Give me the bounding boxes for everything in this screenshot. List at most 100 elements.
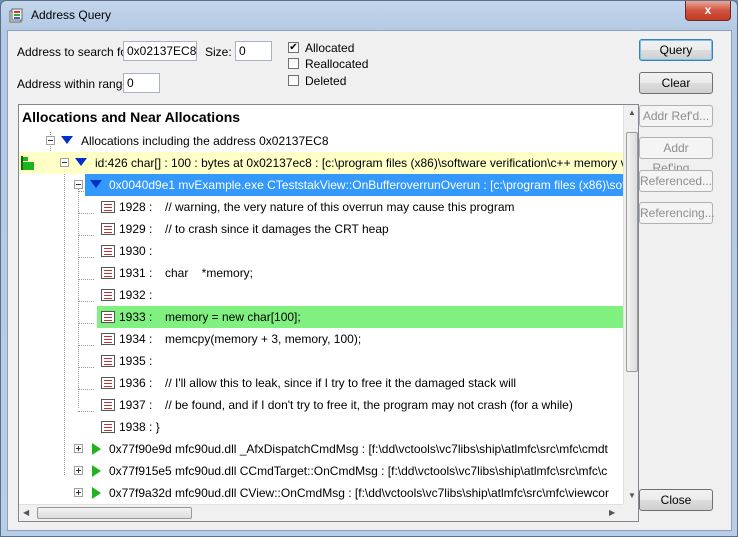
green-right-triangle-icon <box>92 465 101 477</box>
vertical-scrollbar[interactable]: ▲ ▼ <box>623 105 638 504</box>
addr-refd-button[interactable]: Addr Ref'd... <box>639 105 713 127</box>
source-line-icon <box>101 223 115 235</box>
stack-frame-node[interactable]: 0x77f9a32d mfc90ud.dll CView::OnCmdMsg :… <box>19 482 623 504</box>
expand-icon[interactable] <box>74 444 83 453</box>
address-label: Address to search for: <box>17 45 135 59</box>
blue-down-triangle-icon <box>90 180 102 188</box>
source-line-icon <box>101 311 115 323</box>
referenced-button[interactable]: Referenced... <box>639 170 713 192</box>
stack-frame-node[interactable]: 0x77f915e5 mfc90ud.dll CCmdTarget::OnCmd… <box>19 460 623 482</box>
source-line-icon <box>101 245 115 257</box>
deleted-checkbox[interactable] <box>288 75 299 86</box>
line-code: memory = new char[100]; <box>165 310 301 324</box>
frame-node-label: 0x77f915e5 mfc90ud.dll CCmdTarget::OnCmd… <box>109 464 608 478</box>
expand-icon[interactable] <box>74 466 83 475</box>
allocation-node[interactable]: id:426 char[] : 100 : bytes at 0x02137ec… <box>19 152 633 174</box>
line-number: 1936 : <box>119 376 153 390</box>
line-code: // I'll allow this to leak, since if I t… <box>165 376 517 390</box>
source-line-icon <box>101 333 115 345</box>
stack-frame-node[interactable]: 0x77f90e9d mfc90ud.dll _AfxDispatchCmdMs… <box>19 438 623 460</box>
frame-node-label: 0x77f90e9d mfc90ud.dll _AfxDispatchCmdMs… <box>109 442 608 456</box>
line-code: char *memory; <box>165 266 254 280</box>
title-bar[interactable]: Address Query x <box>1 1 737 30</box>
window-close-button[interactable]: x <box>685 1 731 21</box>
blue-down-triangle-icon <box>75 158 87 166</box>
line-number: 1931 : <box>119 266 153 280</box>
close-button[interactable]: Close <box>639 489 713 511</box>
expand-icon[interactable] <box>74 488 83 497</box>
source-line-row[interactable]: 1935 : <box>19 350 623 372</box>
window-title: Address Query <box>31 8 112 22</box>
reallocated-label: Reallocated <box>305 57 369 71</box>
size-input[interactable]: 0 <box>235 41 272 61</box>
source-line-row[interactable]: 1928 : // warning, the very nature of th… <box>19 196 623 218</box>
source-line-row[interactable]: 1931 : char *memory; <box>19 262 623 284</box>
tree-header: Allocations and Near Allocations <box>22 109 241 125</box>
frame-node-label: 0x0040d9e1 mvExample.exe CTeststakView::… <box>109 178 638 192</box>
green-right-triangle-icon <box>92 487 101 499</box>
line-code: memcpy(memory + 3, memory, 100); <box>165 332 362 346</box>
root-node-label: Allocations including the address 0x0213… <box>81 134 329 148</box>
query-button[interactable]: Query <box>639 39 713 61</box>
addr-refing-button[interactable]: Addr Ref'ing... <box>639 137 713 175</box>
source-line-row-highlighted[interactable]: 1933 : memory = new char[100]; <box>19 306 623 328</box>
horizontal-scroll-thumb[interactable] <box>37 507 192 519</box>
line-number: 1938 : } <box>119 420 160 434</box>
collapse-icon[interactable] <box>46 136 55 145</box>
horizontal-scrollbar[interactable]: ◀ ▶ <box>19 504 623 521</box>
address-query-app-icon <box>9 8 23 23</box>
source-line-icon <box>101 399 115 411</box>
collapse-icon[interactable] <box>60 158 69 167</box>
allocation-node-label: id:426 char[] : 100 : bytes at 0x02137ec… <box>95 156 634 170</box>
source-line-icon <box>101 267 115 279</box>
line-code: // be found, and if I don't try to free … <box>165 398 573 412</box>
address-input[interactable]: 0x02137EC8 <box>123 41 197 61</box>
blue-down-triangle-icon <box>61 136 73 144</box>
tree-root-node[interactable]: Allocations including the address 0x0213… <box>19 130 623 152</box>
line-number: 1937 : <box>119 398 153 412</box>
allocated-label: Allocated <box>305 41 355 55</box>
scrollbar-corner <box>623 504 638 521</box>
deleted-label: Deleted <box>305 74 347 88</box>
range-input[interactable]: 0 <box>123 73 160 93</box>
line-number: 1930 : <box>119 244 153 258</box>
scroll-up-icon[interactable]: ▲ <box>628 108 636 117</box>
source-line-row[interactable]: 1932 : <box>19 284 623 306</box>
allocated-checkbox[interactable]: ✔ <box>288 42 299 53</box>
clear-button[interactable]: Clear <box>639 72 713 94</box>
source-line-row[interactable]: 1929 : // to crash since it damages the … <box>19 218 623 240</box>
allocations-tree[interactable]: Allocations and Near Allocations Allocat… <box>18 104 639 522</box>
line-number: 1928 : <box>119 200 153 214</box>
vertical-scroll-thumb[interactable] <box>626 132 638 372</box>
line-number: 1929 : <box>119 222 153 236</box>
line-number: 1933 : <box>119 310 153 324</box>
size-label: Size: <box>205 45 232 59</box>
source-line-row[interactable]: 1930 : <box>19 240 623 262</box>
source-line-icon <box>101 421 115 433</box>
reallocated-checkbox[interactable] <box>288 58 299 69</box>
line-code: // warning, the very nature of this over… <box>165 200 515 214</box>
line-number: 1932 : <box>119 288 153 302</box>
line-number: 1934 : <box>119 332 153 346</box>
source-line-row[interactable]: 1937 : // be found, and if I don't try t… <box>19 394 623 416</box>
dialog-client-area: Address to search for: 0x02137EC8 Size: … <box>7 30 732 531</box>
referencing-button[interactable]: Referencing... <box>639 202 715 224</box>
source-line-row[interactable]: 1938 : } <box>19 416 623 438</box>
source-line-row[interactable]: 1934 : memcpy(memory + 3, memory, 100); <box>19 328 623 350</box>
source-line-icon <box>101 289 115 301</box>
stack-frame-node-selected[interactable]: 0x0040d9e1 mvExample.exe CTeststakView::… <box>19 174 637 196</box>
range-label: Address within range: <box>17 77 133 91</box>
source-line-icon <box>101 355 115 367</box>
line-number: 1935 : <box>119 354 153 368</box>
scroll-right-icon[interactable]: ▶ <box>609 508 615 517</box>
source-line-icon <box>101 377 115 389</box>
line-code: // to crash since it damages the CRT hea… <box>165 222 389 236</box>
collapse-icon[interactable] <box>74 180 83 189</box>
scroll-left-icon[interactable]: ◀ <box>23 508 29 517</box>
frame-node-label: 0x77f9a32d mfc90ud.dll CView::OnCmdMsg :… <box>109 486 609 500</box>
source-line-icon <box>101 201 115 213</box>
source-line-row[interactable]: 1936 : // I'll allow this to leak, since… <box>19 372 623 394</box>
checkmark-icon: ✔ <box>289 42 298 53</box>
scroll-down-icon[interactable]: ▼ <box>628 491 636 500</box>
address-query-window: Address Query x Address to search for: 0… <box>0 0 738 537</box>
